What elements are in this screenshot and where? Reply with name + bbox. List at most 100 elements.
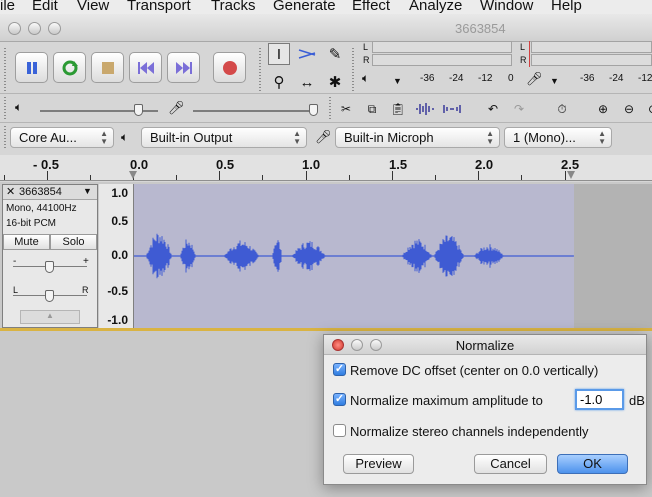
timeline-ruler[interactable]: - 0.5 0.0 0.5 1.0 1.5 2.0 2.5 (0, 155, 652, 181)
output-volume-thumb[interactable] (134, 104, 143, 116)
audio-host-select[interactable]: Core Au... ▲ ▼ (10, 127, 114, 148)
record-meter-dropdown-icon[interactable]: ▼ (550, 76, 559, 86)
zoom-in-button[interactable]: ⊕ (592, 99, 614, 119)
stop-button[interactable] (91, 52, 124, 83)
cancel-button[interactable]: Cancel (474, 454, 547, 474)
minimize-window-button[interactable] (28, 22, 41, 35)
menu-view[interactable]: View (77, 0, 109, 14)
dialog-title-bar[interactable]: Normalize (324, 335, 646, 355)
record-meter-right[interactable] (531, 54, 652, 66)
mute-button[interactable]: Mute (3, 234, 50, 250)
zoom-tool-button[interactable]: ⚲ (268, 71, 290, 93)
ruler-tick (435, 175, 437, 180)
playback-meter-right[interactable] (372, 54, 512, 66)
paste-button[interactable]: 📋︎ (387, 99, 409, 119)
solo-button[interactable]: Solo (50, 234, 97, 250)
empty-track-area[interactable] (574, 184, 652, 328)
track-name[interactable]: 3663854 (19, 186, 62, 198)
menu-help[interactable]: Help (551, 0, 582, 14)
toolbar-grip[interactable] (259, 48, 261, 92)
track-info-rate: Mono, 44100Hz (6, 203, 77, 214)
vertical-amplitude-ruler[interactable]: 1.0 0.5 0.0 -0.5 -1.0 (99, 184, 134, 328)
track-name-bar[interactable]: ✕ 3663854 ▼ (3, 185, 97, 200)
track-close-icon[interactable]: ✕ (6, 185, 15, 198)
waveform-area[interactable] (133, 184, 574, 328)
vruler-label: -1.0 (107, 313, 128, 327)
toolbar-grip[interactable] (4, 48, 6, 92)
record-button[interactable] (213, 52, 246, 83)
pencil-icon: ✎ (328, 46, 342, 63)
zoom-in-icon: ⊕ (597, 102, 609, 116)
input-device-value: Built-in Microph (344, 130, 434, 145)
envelope-tool-button[interactable] (296, 43, 318, 65)
zoom-fit-icon: ⊙ (648, 102, 652, 116)
draw-tool-button[interactable]: ✎ (324, 43, 346, 65)
stereo-independent-checkbox[interactable] (333, 424, 346, 437)
toolbar-grip[interactable] (329, 97, 331, 119)
selection-tool-button[interactable]: I (268, 43, 290, 65)
input-device-select[interactable]: Built-in Microph ▲ ▼ (335, 127, 500, 148)
scissors-icon: ✂ (340, 102, 352, 116)
meter-scale-label: -36 (580, 73, 595, 84)
menu-generate[interactable]: Generate (273, 0, 336, 14)
redo-button[interactable]: ↷ (508, 99, 530, 119)
input-channels-select[interactable]: 1 (Mono)... ▲ ▼ (504, 127, 612, 148)
pan-thumb[interactable] (45, 290, 54, 302)
speaker-icon: 🔈︎ (121, 130, 129, 144)
playback-meter-dropdown-icon[interactable]: ▼ (393, 76, 402, 86)
cut-button[interactable]: ✂ (335, 99, 357, 119)
gain-thumb[interactable] (45, 261, 54, 273)
menu-edit[interactable]: Edit (32, 0, 58, 14)
output-device-select[interactable]: Built-in Output ▲ ▼ (141, 127, 307, 148)
zoom-out-button[interactable]: ⊖ (618, 99, 640, 119)
sync-lock-button[interactable]: ⏱ (551, 99, 573, 119)
zoom-window-button[interactable] (48, 22, 61, 35)
meter-left-label: L (520, 42, 526, 52)
amplitude-input[interactable] (575, 389, 624, 410)
pause-button[interactable] (15, 52, 48, 83)
menu-file[interactable]: ile (0, 0, 15, 14)
audio-host-value: Core Au... (19, 130, 77, 145)
preview-button[interactable]: Preview (343, 454, 414, 474)
toolbar-grip[interactable] (352, 48, 354, 92)
trim-button[interactable] (414, 99, 436, 119)
menu-tracks[interactable]: Tracks (211, 0, 255, 14)
ruler-label: 1.5 (389, 157, 408, 172)
pan-left-label: L (13, 285, 19, 295)
fit-selection-button[interactable]: ⊙ (642, 99, 652, 119)
normalize-amplitude-checkbox[interactable]: ✓ (333, 393, 346, 406)
menu-window[interactable]: Window (480, 0, 533, 14)
skip-start-button[interactable] (129, 52, 162, 83)
collapse-track-button[interactable]: ▲ (20, 310, 80, 324)
play-button[interactable] (53, 52, 86, 83)
output-device-value: Built-in Output (150, 130, 233, 145)
ruler-label: 0.5 (216, 157, 235, 172)
remove-dc-label[interactable]: Remove DC offset (center on 0.0 vertical… (350, 363, 598, 378)
input-volume-thumb[interactable] (309, 104, 318, 116)
toolbar-grip[interactable] (4, 126, 6, 148)
input-volume-slider[interactable] (193, 110, 313, 112)
skip-end-button[interactable] (167, 52, 200, 83)
toolbar-grip[interactable] (4, 97, 6, 119)
multi-tool-button[interactable]: ✱ (324, 71, 346, 93)
ruler-tick (348, 175, 350, 180)
timeshift-tool-button[interactable]: ↔ (296, 71, 318, 93)
playback-meter-left[interactable] (372, 41, 512, 53)
stereo-independent-label[interactable]: Normalize stereo channels independently (350, 424, 588, 439)
collapse-icon: ▲ (46, 311, 54, 320)
record-meter-left[interactable] (531, 41, 652, 53)
menu-analyze[interactable]: Analyze (409, 0, 462, 14)
menu-effect[interactable]: Effect (352, 0, 390, 14)
silence-button[interactable] (441, 99, 463, 119)
undo-button[interactable]: ↶ (482, 99, 504, 119)
normalize-amplitude-label[interactable]: Normalize maximum amplitude to (350, 393, 543, 408)
close-window-button[interactable] (8, 22, 21, 35)
track-menu-icon[interactable]: ▼ (83, 186, 92, 196)
copy-button[interactable]: ⧉ (361, 99, 383, 119)
remove-dc-checkbox[interactable]: ✓ (333, 363, 346, 376)
ok-button[interactable]: OK (557, 454, 628, 474)
waveform-path (133, 233, 574, 279)
track-control-panel[interactable]: ✕ 3663854 ▼ Mono, 44100Hz 16-bit PCM Mut… (2, 184, 98, 328)
magnifier-icon: ⚲ (273, 74, 285, 91)
menu-transport[interactable]: Transport (127, 0, 191, 14)
